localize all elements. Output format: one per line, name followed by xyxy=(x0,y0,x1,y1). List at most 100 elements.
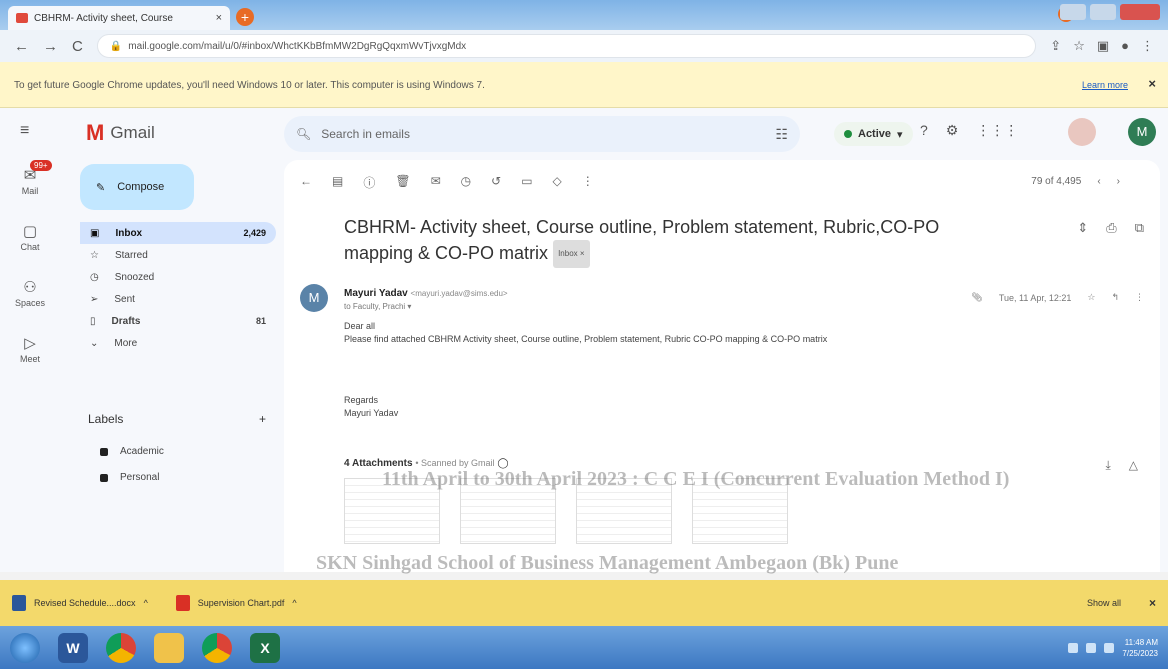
move-to-icon[interactable]: ▭ xyxy=(521,174,532,191)
folder-sent[interactable]: ➢ Sent xyxy=(80,288,276,310)
search-input[interactable]: Search in emails xyxy=(321,127,410,141)
bookmark-star-icon[interactable]: ☆ xyxy=(1073,38,1085,54)
back-arrow-icon[interactable]: ← xyxy=(14,38,29,55)
url-field[interactable]: 🔒 mail.google.com/mail/u/0/#inbox/WhctKK… xyxy=(96,34,1037,58)
previous-icon[interactable]: ‹ xyxy=(1097,176,1100,187)
gmail-logo[interactable]: M Gmail xyxy=(86,120,155,146)
add-label-button[interactable]: + xyxy=(259,412,266,426)
show-all-button[interactable]: Show all xyxy=(1087,598,1121,608)
download-all-icon[interactable]: ⤓ xyxy=(1105,458,1110,473)
label-academic[interactable]: Academic xyxy=(100,446,164,457)
scanned-note: • Scanned by Gmail xyxy=(415,458,495,468)
search-options-icon[interactable]: ☷ xyxy=(775,126,788,143)
maximize-button[interactable] xyxy=(1090,4,1116,20)
folder-starred[interactable]: ☆ Starred xyxy=(80,244,276,266)
folder-drafts[interactable]: ▯ Drafts 81 xyxy=(80,310,276,332)
extension-icon[interactable]: ● xyxy=(1121,38,1129,54)
new-tab-button[interactable]: + xyxy=(236,8,254,26)
folder-more[interactable]: ⌄ More xyxy=(80,332,276,354)
draft-icon: ▯ xyxy=(90,315,96,327)
address-bar: ← → C 🔒 mail.google.com/mail/u/0/#inbox/… xyxy=(0,30,1168,62)
more-options-icon[interactable]: ⋮ xyxy=(582,174,594,191)
label-name: Personal xyxy=(120,472,160,483)
window-close-button[interactable] xyxy=(1120,4,1160,20)
print-icon[interactable]: ⎙ xyxy=(1106,220,1116,236)
star-icon[interactable]: ☆ xyxy=(1087,292,1095,303)
start-button[interactable] xyxy=(10,632,40,663)
organization-logo[interactable] xyxy=(1068,118,1096,146)
chevron-up-icon[interactable]: ^ xyxy=(144,598,148,608)
gmail-app: ≡ M Gmail 🔍︎ Search in emails ☷ Active ▾… xyxy=(0,108,1168,572)
window-controls xyxy=(1060,4,1160,20)
more-options-icon[interactable]: ⋮ xyxy=(1135,292,1144,303)
file-explorer-icon[interactable] xyxy=(154,632,184,663)
delete-icon[interactable]: 🗑︎ xyxy=(395,174,410,191)
rail-item-meet[interactable]: ▷ Meet xyxy=(0,334,60,384)
compose-button[interactable]: ✎ Compose xyxy=(80,164,194,210)
label-icon[interactable]: ◇ xyxy=(553,174,562,191)
chevron-up-icon[interactable]: ^ xyxy=(292,598,296,608)
open-new-window-icon[interactable]: ⧉ xyxy=(1135,220,1144,236)
rail-item-chat[interactable]: ▢ Chat xyxy=(0,222,60,272)
recipients-line[interactable]: to Faculty, Prachi ▾ xyxy=(344,302,411,311)
help-icon[interactable]: ? xyxy=(920,122,928,139)
reload-icon[interactable]: C xyxy=(72,38,83,55)
download-item[interactable]: Supervision Chart.pdf ^ xyxy=(175,595,297,611)
status-dropdown[interactable]: Active ▾ xyxy=(834,122,913,146)
rail-item-mail[interactable]: ✉ 99+ Mail xyxy=(0,160,60,216)
apps-grid-icon[interactable]: ⋮⋮⋮ xyxy=(976,122,1018,139)
download-bar-close-button[interactable]: × xyxy=(1149,596,1156,610)
learn-more-link[interactable]: Learn more xyxy=(1082,80,1128,90)
attachment-clip-icon: 📎︎ xyxy=(971,292,983,302)
mail-icon: ✉ 99+ xyxy=(0,160,60,184)
word-taskbar-icon[interactable]: W xyxy=(58,632,88,663)
opera-taskbar-icon[interactable] xyxy=(106,632,136,663)
network-icon[interactable] xyxy=(1086,642,1097,653)
settings-gear-icon[interactable]: ⚙ xyxy=(946,122,959,139)
report-spam-icon[interactable]: ⓘ xyxy=(363,174,375,191)
excel-taskbar-icon[interactable]: X xyxy=(250,632,280,663)
info-bar-close-button[interactable]: × xyxy=(1148,76,1156,91)
sender-name[interactable]: Mayuri Yadav xyxy=(344,288,408,299)
clock-date: 7/25/2023 xyxy=(1122,648,1158,658)
back-arrow-icon[interactable]: ← xyxy=(300,174,312,191)
search-icon[interactable]: 🔍︎ xyxy=(296,127,311,141)
folder-snoozed[interactable]: ◷ Snoozed xyxy=(80,266,276,288)
message-toolbar: ← ▤ ⓘ 🗑︎ ✉ ◷ ↺ ▭ ◇ ⋮ xyxy=(300,174,594,191)
add-task-icon[interactable]: ↺ xyxy=(491,174,501,191)
clock[interactable]: 11:48 AM 7/25/2023 xyxy=(1122,637,1158,659)
archive-icon[interactable]: ▤ xyxy=(332,174,343,191)
mark-unread-icon[interactable]: ✉ xyxy=(431,174,441,191)
next-icon[interactable]: › xyxy=(1117,176,1120,187)
minimize-button[interactable] xyxy=(1060,4,1086,20)
folder-count: 81 xyxy=(255,316,266,326)
taskbar: W X 11:48 AM 7/25/2023 xyxy=(0,626,1168,669)
inbox-label-chip[interactable]: Inbox × xyxy=(553,240,590,269)
account-avatar[interactable]: M xyxy=(1128,118,1156,146)
folder-inbox[interactable]: ▣ Inbox 2,429 xyxy=(80,222,276,244)
forward-arrow-icon[interactable]: → xyxy=(43,38,58,55)
browser-tab[interactable]: CBHRM- Activity sheet, Course × xyxy=(8,6,230,30)
chrome-menu-icon[interactable]: ⋮ xyxy=(1141,38,1154,54)
search-bar[interactable]: 🔍︎ Search in emails ☷ xyxy=(284,116,800,152)
add-to-drive-icon[interactable]: △ xyxy=(1129,458,1138,473)
lock-icon: 🔒 xyxy=(109,40,123,52)
label-personal[interactable]: Personal xyxy=(100,472,159,483)
snooze-icon[interactable]: ◷ xyxy=(461,174,471,191)
main-menu-icon[interactable]: ≡ xyxy=(20,122,29,140)
expand-all-icon[interactable]: ⇕ xyxy=(1077,220,1088,236)
rail-item-spaces[interactable]: ⚇ Spaces xyxy=(0,278,60,328)
clock-icon: ◷ xyxy=(90,271,99,283)
sender-avatar[interactable]: M xyxy=(300,284,328,312)
download-item[interactable]: Revised Schedule....docx ^ xyxy=(12,595,148,611)
share-icon[interactable]: ⇪ xyxy=(1050,38,1061,54)
tray-icon[interactable] xyxy=(1068,642,1079,653)
reply-icon[interactable]: ↰ xyxy=(1111,292,1119,303)
star-icon: ☆ xyxy=(90,249,99,261)
tab-close-button[interactable]: × xyxy=(216,12,222,24)
sidepanel-icon[interactable]: ▣ xyxy=(1097,38,1109,54)
rail-label: Chat xyxy=(20,242,40,252)
volume-icon[interactable] xyxy=(1104,642,1115,653)
chrome-taskbar-icon[interactable] xyxy=(202,632,232,663)
send-icon: ➢ xyxy=(90,293,99,305)
